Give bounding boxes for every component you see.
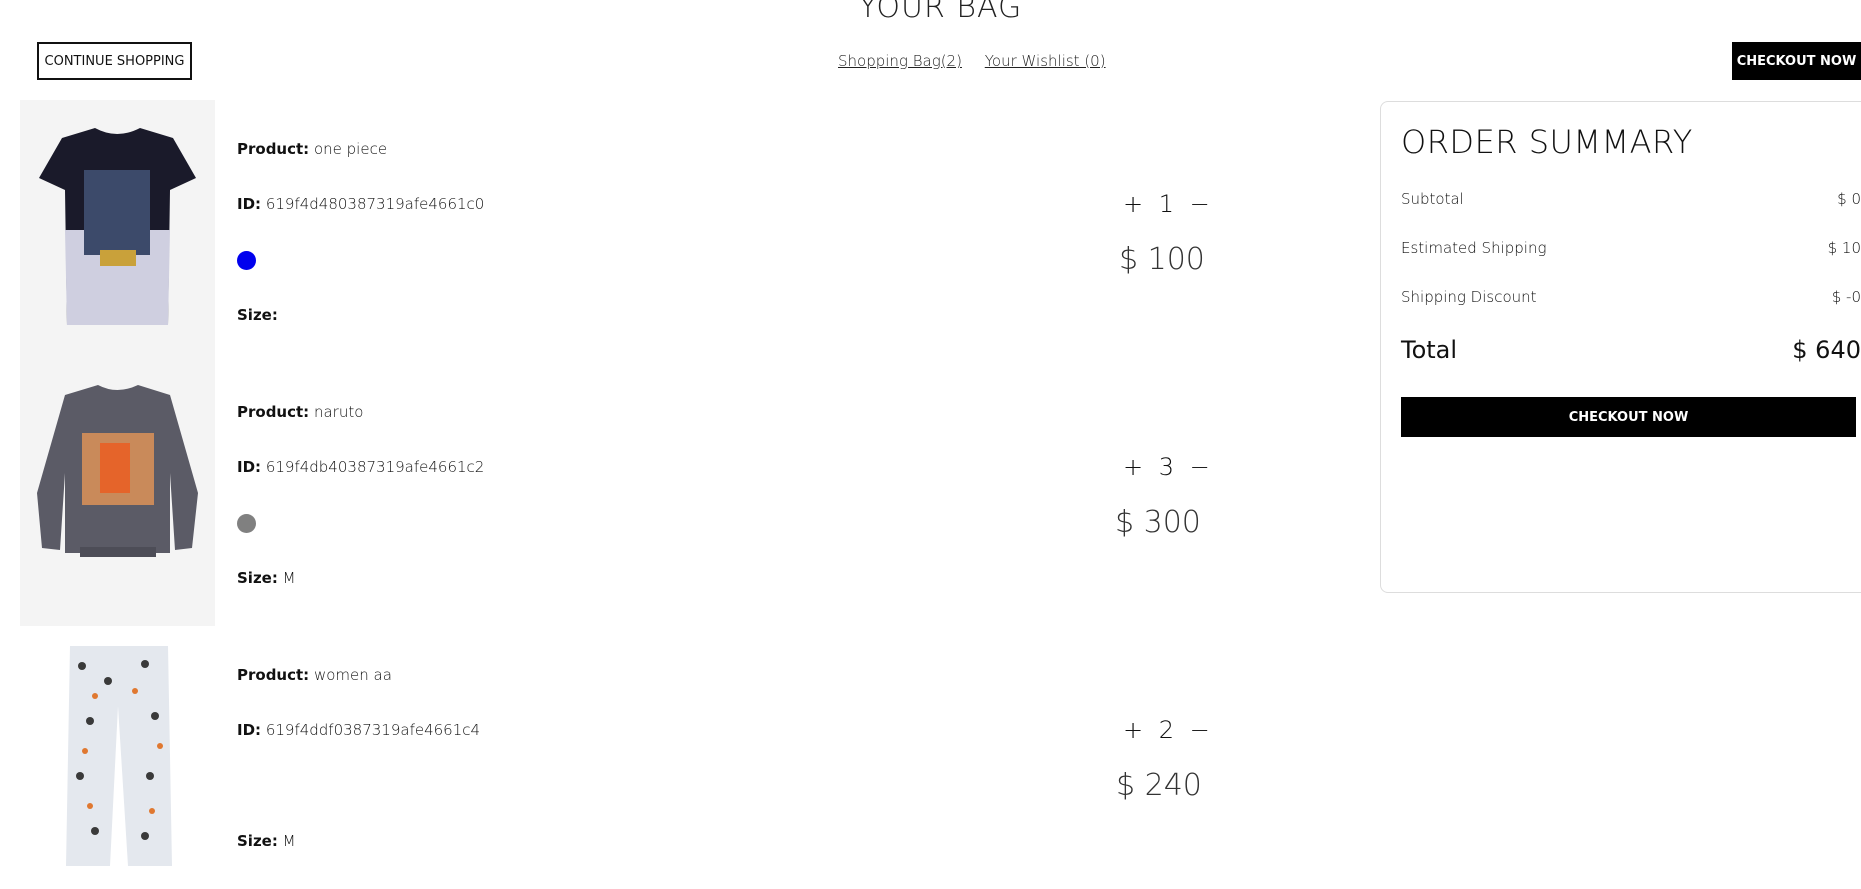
id-label: ID: bbox=[237, 458, 262, 476]
quantity-stepper: + 3 − bbox=[1123, 453, 1210, 481]
page-title: YOUR BAG bbox=[858, 0, 1023, 25]
color-swatch bbox=[237, 251, 256, 270]
product-name: one piece bbox=[313, 140, 388, 158]
product-price: $ 100 bbox=[1119, 242, 1205, 277]
add-icon[interactable]: + bbox=[1123, 190, 1143, 218]
product-label: Product: bbox=[237, 140, 310, 158]
color-swatch bbox=[237, 514, 256, 533]
sweatshirt-icon bbox=[37, 385, 198, 557]
product-image[interactable] bbox=[20, 100, 215, 363]
product-size: M bbox=[282, 832, 296, 850]
product-item: Product: women aa ID: 619f4ddf0387319afe… bbox=[20, 626, 1210, 889]
shopping-bag-link[interactable]: Shopping Bag(2) bbox=[838, 52, 962, 70]
size-label: Size: bbox=[237, 306, 278, 324]
shipping-label: Estimated Shipping bbox=[1401, 239, 1547, 257]
discount-label: Shipping Discount bbox=[1401, 288, 1537, 306]
quantity-value: 2 bbox=[1158, 716, 1175, 744]
product-label: Product: bbox=[237, 403, 310, 421]
quantity-stepper: + 2 − bbox=[1123, 716, 1210, 744]
discount-row: Shipping Discount $ -0 bbox=[1401, 288, 1861, 306]
subtotal-row: Subtotal $ 0 bbox=[1401, 190, 1861, 208]
product-name: naruto bbox=[313, 403, 364, 421]
id-label: ID: bbox=[237, 721, 262, 739]
remove-icon[interactable]: − bbox=[1190, 453, 1210, 481]
discount-value: $ -0 bbox=[1831, 288, 1861, 306]
order-summary-title: ORDER SUMMARY bbox=[1401, 123, 1693, 161]
total-value: $ 640 bbox=[1792, 336, 1861, 364]
product-item: Product: one piece ID: 619f4d480387319af… bbox=[20, 100, 1210, 363]
add-icon[interactable]: + bbox=[1123, 716, 1143, 744]
top-bar: CONTINUE SHOPPING Shopping Bag(2) Your W… bbox=[37, 40, 1861, 82]
product-id: 619f4db40387319afe4661c2 bbox=[265, 458, 485, 476]
size-label: Size: bbox=[237, 832, 278, 850]
checkout-now-button[interactable]: CHECKOUT NOW bbox=[1401, 397, 1856, 437]
id-label: ID: bbox=[237, 195, 262, 213]
subtotal-value: $ 0 bbox=[1837, 190, 1861, 208]
checkout-now-button-top[interactable]: CHECKOUT NOW bbox=[1732, 42, 1861, 80]
continue-shopping-button[interactable]: CONTINUE SHOPPING bbox=[37, 42, 192, 80]
product-item: Product: naruto ID: 619f4db40387319afe46… bbox=[20, 363, 1210, 626]
product-name: women aa bbox=[313, 666, 392, 684]
quantity-value: 3 bbox=[1158, 453, 1175, 481]
product-id: 619f4d480387319afe4661c0 bbox=[265, 195, 485, 213]
total-label: Total bbox=[1401, 336, 1458, 364]
size-label: Size: bbox=[237, 569, 278, 587]
bag-tabs: Shopping Bag(2) Your Wishlist (0) bbox=[838, 52, 1124, 70]
pants-icon bbox=[66, 646, 172, 866]
product-price: $ 300 bbox=[1115, 505, 1201, 540]
product-label: Product: bbox=[237, 666, 310, 684]
subtotal-label: Subtotal bbox=[1401, 190, 1464, 208]
total-row: Total $ 640 bbox=[1401, 336, 1861, 364]
shipping-value: $ 10 bbox=[1827, 239, 1861, 257]
product-image[interactable] bbox=[20, 363, 215, 626]
product-id: 619f4ddf0387319afe4661c4 bbox=[265, 721, 481, 739]
tshirt-icon bbox=[39, 128, 196, 325]
product-list: Product: one piece ID: 619f4d480387319af… bbox=[20, 100, 1210, 889]
product-image[interactable] bbox=[20, 626, 215, 889]
remove-icon[interactable]: − bbox=[1190, 190, 1210, 218]
wishlist-link[interactable]: Your Wishlist (0) bbox=[985, 52, 1106, 70]
shipping-row: Estimated Shipping $ 10 bbox=[1401, 239, 1861, 257]
quantity-stepper: + 1 − bbox=[1123, 190, 1210, 218]
product-size: M bbox=[282, 569, 296, 587]
order-summary-panel: ORDER SUMMARY Subtotal $ 0 Estimated Shi… bbox=[1380, 101, 1861, 593]
product-price: $ 240 bbox=[1116, 768, 1202, 803]
remove-icon[interactable]: − bbox=[1190, 716, 1210, 744]
quantity-value: 1 bbox=[1158, 190, 1175, 218]
add-icon[interactable]: + bbox=[1123, 453, 1143, 481]
